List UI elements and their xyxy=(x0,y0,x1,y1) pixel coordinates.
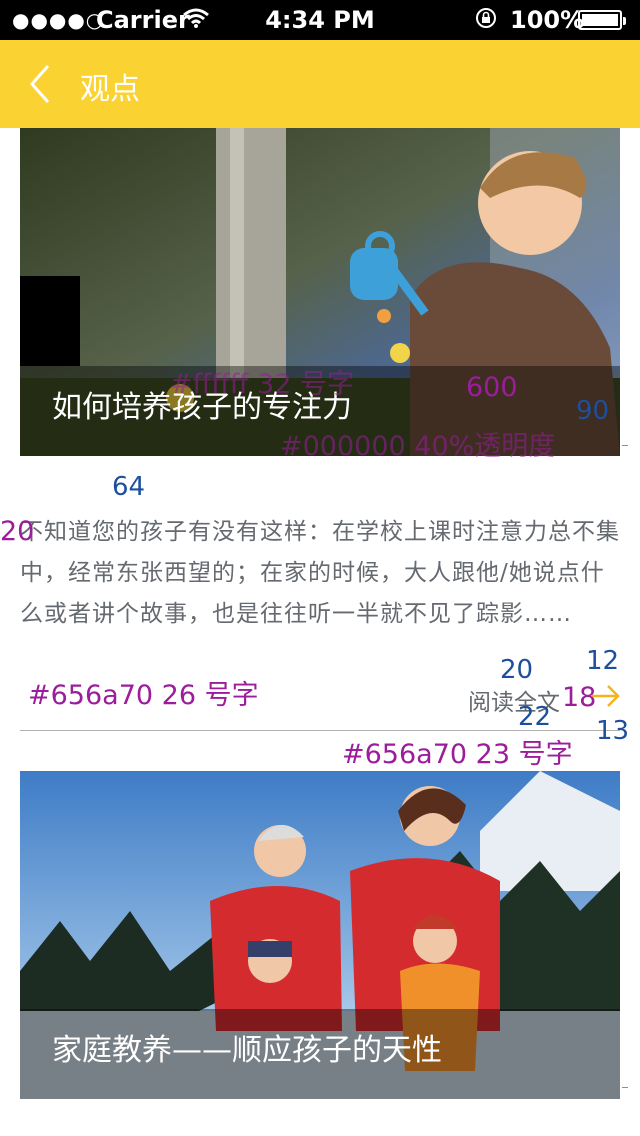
annotation-gap-top: 64 xyxy=(112,472,146,502)
page-title: 观点 xyxy=(80,72,140,107)
annotation-marker-box xyxy=(20,276,80,366)
annotation-arrow-gap: 18 xyxy=(562,682,597,713)
annotation-readmore-size: 22 xyxy=(518,702,552,732)
annotation-readmore-gap: 20 xyxy=(500,655,534,685)
annotation-overlay-spec: #000000 40%透明度 xyxy=(280,431,556,462)
annotation-arrow-height: 13 xyxy=(596,716,630,746)
rotation-lock-icon xyxy=(474,6,498,36)
annotation-arrow-width: 12 xyxy=(586,646,620,676)
battery-icon xyxy=(578,10,626,30)
chevron-left-icon xyxy=(29,65,50,103)
title-overlay: 家庭教养——顺应孩子的天性 xyxy=(20,1009,620,1099)
article-excerpt: 不知道您的孩子有没有这样：在学校上课时注意力总不集中，经常东张西望的；在家的时候… xyxy=(20,519,620,627)
annotation-margin-left: 20 xyxy=(0,516,35,547)
annotation-title-spec: #ffffff 32 号字 xyxy=(170,369,354,400)
annotation-tick xyxy=(622,445,628,446)
back-button[interactable] xyxy=(28,64,54,104)
annotation-overlay-width: 600 xyxy=(466,372,518,403)
status-bar: ●●●●○ Carrier 4:34 PM 100% xyxy=(0,0,640,40)
annotation-readmore-spec: #656a70 23 号字 xyxy=(342,739,573,770)
article-image-2[interactable]: 家庭教养——顺应孩子的天性 xyxy=(20,771,620,1099)
battery-percent: 100% xyxy=(510,6,585,34)
article-title[interactable]: 家庭教养——顺应孩子的天性 xyxy=(52,1025,442,1069)
annotation-excerpt-spec: #656a70 26 号字 xyxy=(28,680,259,711)
article-image-1[interactable]: 如何培养孩子的专注力 xyxy=(20,128,620,456)
annotation-tick xyxy=(622,1087,628,1088)
nav-bar: 观点 xyxy=(0,40,640,128)
annotation-overlay-height: 90 xyxy=(576,396,610,426)
